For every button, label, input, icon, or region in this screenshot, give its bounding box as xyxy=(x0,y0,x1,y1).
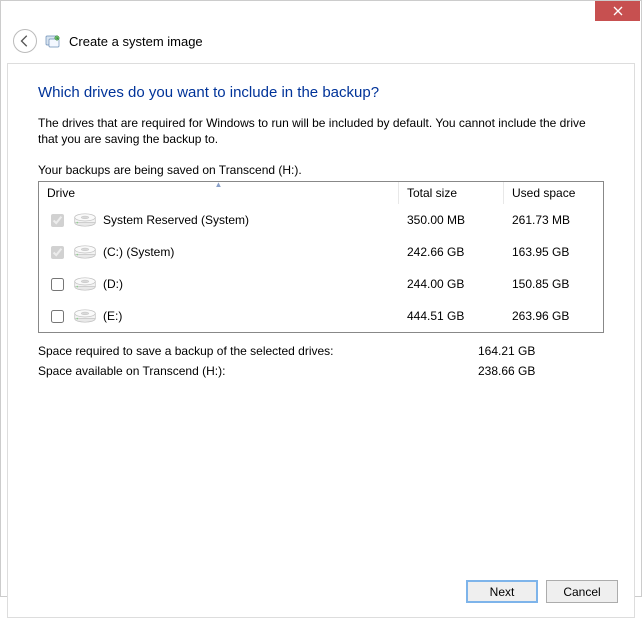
drive-label: (D:) xyxy=(103,277,123,291)
footer: Next Cancel xyxy=(8,570,634,617)
content-frame: Which drives do you want to include in t… xyxy=(7,63,635,618)
table-body: System Reserved (System) 350.00 MB261.73 … xyxy=(39,204,603,332)
titlebar xyxy=(1,1,641,23)
col-used[interactable]: Used space xyxy=(504,182,603,204)
summary-required-label: Space required to save a backup of the s… xyxy=(38,344,478,358)
saved-on-text: Your backups are being saved on Transcen… xyxy=(38,163,604,177)
cell-total: 350.00 MB xyxy=(407,213,512,227)
drive-icon xyxy=(73,243,97,261)
cell-used: 163.95 GB xyxy=(512,245,595,259)
col-used-label: Used space xyxy=(512,186,575,200)
drive-checkbox[interactable] xyxy=(51,310,64,323)
cell-drive: (D:) xyxy=(47,275,407,294)
back-button[interactable] xyxy=(13,29,37,53)
page-title: Create a system image xyxy=(69,34,203,49)
cancel-button[interactable]: Cancel xyxy=(546,580,618,603)
next-button[interactable]: Next xyxy=(466,580,538,603)
close-button[interactable] xyxy=(595,1,640,21)
summary-available-value: 238.66 GB xyxy=(478,364,604,378)
table-header: Drive ▲ Total size Used space xyxy=(39,182,603,204)
table-row[interactable]: (D:) 244.00 GB150.85 GB xyxy=(39,268,603,300)
summary-required-value: 164.21 GB xyxy=(478,344,604,358)
drive-icon xyxy=(73,275,97,293)
cell-drive: (E:) xyxy=(47,307,407,326)
summary-available: Space available on Transcend (H:): 238.6… xyxy=(38,361,604,381)
app-icon xyxy=(45,33,61,49)
cell-total: 242.66 GB xyxy=(407,245,512,259)
cell-used: 261.73 MB xyxy=(512,213,595,227)
summary-available-label: Space available on Transcend (H:): xyxy=(38,364,478,378)
col-drive[interactable]: Drive ▲ xyxy=(39,182,399,204)
table-row[interactable]: (E:) 444.51 GB263.96 GB xyxy=(39,300,603,332)
drive-checkbox xyxy=(51,246,64,259)
sort-indicator-icon: ▲ xyxy=(215,180,223,189)
heading: Which drives do you want to include in t… xyxy=(38,84,604,101)
cell-total: 444.51 GB xyxy=(407,309,512,323)
content: Which drives do you want to include in t… xyxy=(8,64,634,570)
cell-used: 150.85 GB xyxy=(512,277,595,291)
drive-label: System Reserved (System) xyxy=(103,213,249,227)
col-drive-label: Drive xyxy=(47,186,75,200)
header: Create a system image xyxy=(1,23,641,63)
cell-drive: System Reserved (System) xyxy=(47,211,407,230)
drive-icon xyxy=(73,307,97,325)
col-total[interactable]: Total size xyxy=(399,182,504,204)
cell-total: 244.00 GB xyxy=(407,277,512,291)
drives-table: Drive ▲ Total size Used space System Res… xyxy=(38,181,604,333)
cell-used: 263.96 GB xyxy=(512,309,595,323)
drive-checkbox[interactable] xyxy=(51,278,64,291)
drive-label: (C:) (System) xyxy=(103,245,174,259)
cell-drive: (C:) (System) xyxy=(47,243,407,262)
summary: Space required to save a backup of the s… xyxy=(38,341,604,381)
description: The drives that are required for Windows… xyxy=(38,115,604,147)
summary-required: Space required to save a backup of the s… xyxy=(38,341,604,361)
table-row[interactable]: (C:) (System) 242.66 GB163.95 GB xyxy=(39,236,603,268)
table-row[interactable]: System Reserved (System) 350.00 MB261.73 … xyxy=(39,204,603,236)
drive-icon xyxy=(73,211,97,229)
drive-checkbox xyxy=(51,214,64,227)
col-total-label: Total size xyxy=(407,186,457,200)
drive-label: (E:) xyxy=(103,309,122,323)
